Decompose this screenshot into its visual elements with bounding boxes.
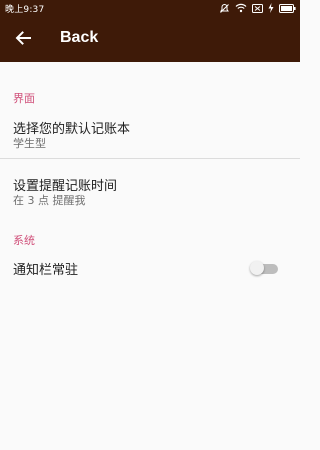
pref-summary: 在 3 点 提醒我 [13,194,86,207]
mute-icon [219,3,230,14]
toolbar: Back [0,16,300,62]
status-time: 晚上9:37 [5,5,45,15]
notification-bar-switch[interactable] [250,261,278,275]
section-header-interface: 界面 [13,92,35,105]
wifi-icon [235,3,247,13]
switch-thumb [250,261,264,275]
battery-icon [279,3,296,13]
back-arrow-icon [15,30,31,49]
back-button[interactable] [10,27,36,51]
pref-title: 通知栏常驻 [13,263,79,278]
status-bar: 晚上9:37 [0,0,300,16]
pref-summary: 学生型 [13,137,46,150]
pref-reminder-time[interactable]: 设置提醒记账时间 在 3 点 提醒我 [0,166,300,216]
pref-default-account-book[interactable]: 选择您的默认记账本 学生型 [0,110,300,156]
toolbar-title: Back [60,29,99,46]
section-header-system: 系统 [13,234,35,247]
status-icons [219,1,296,15]
charging-icon [268,3,274,13]
section-divider [0,158,300,159]
sim-icon [252,3,263,13]
